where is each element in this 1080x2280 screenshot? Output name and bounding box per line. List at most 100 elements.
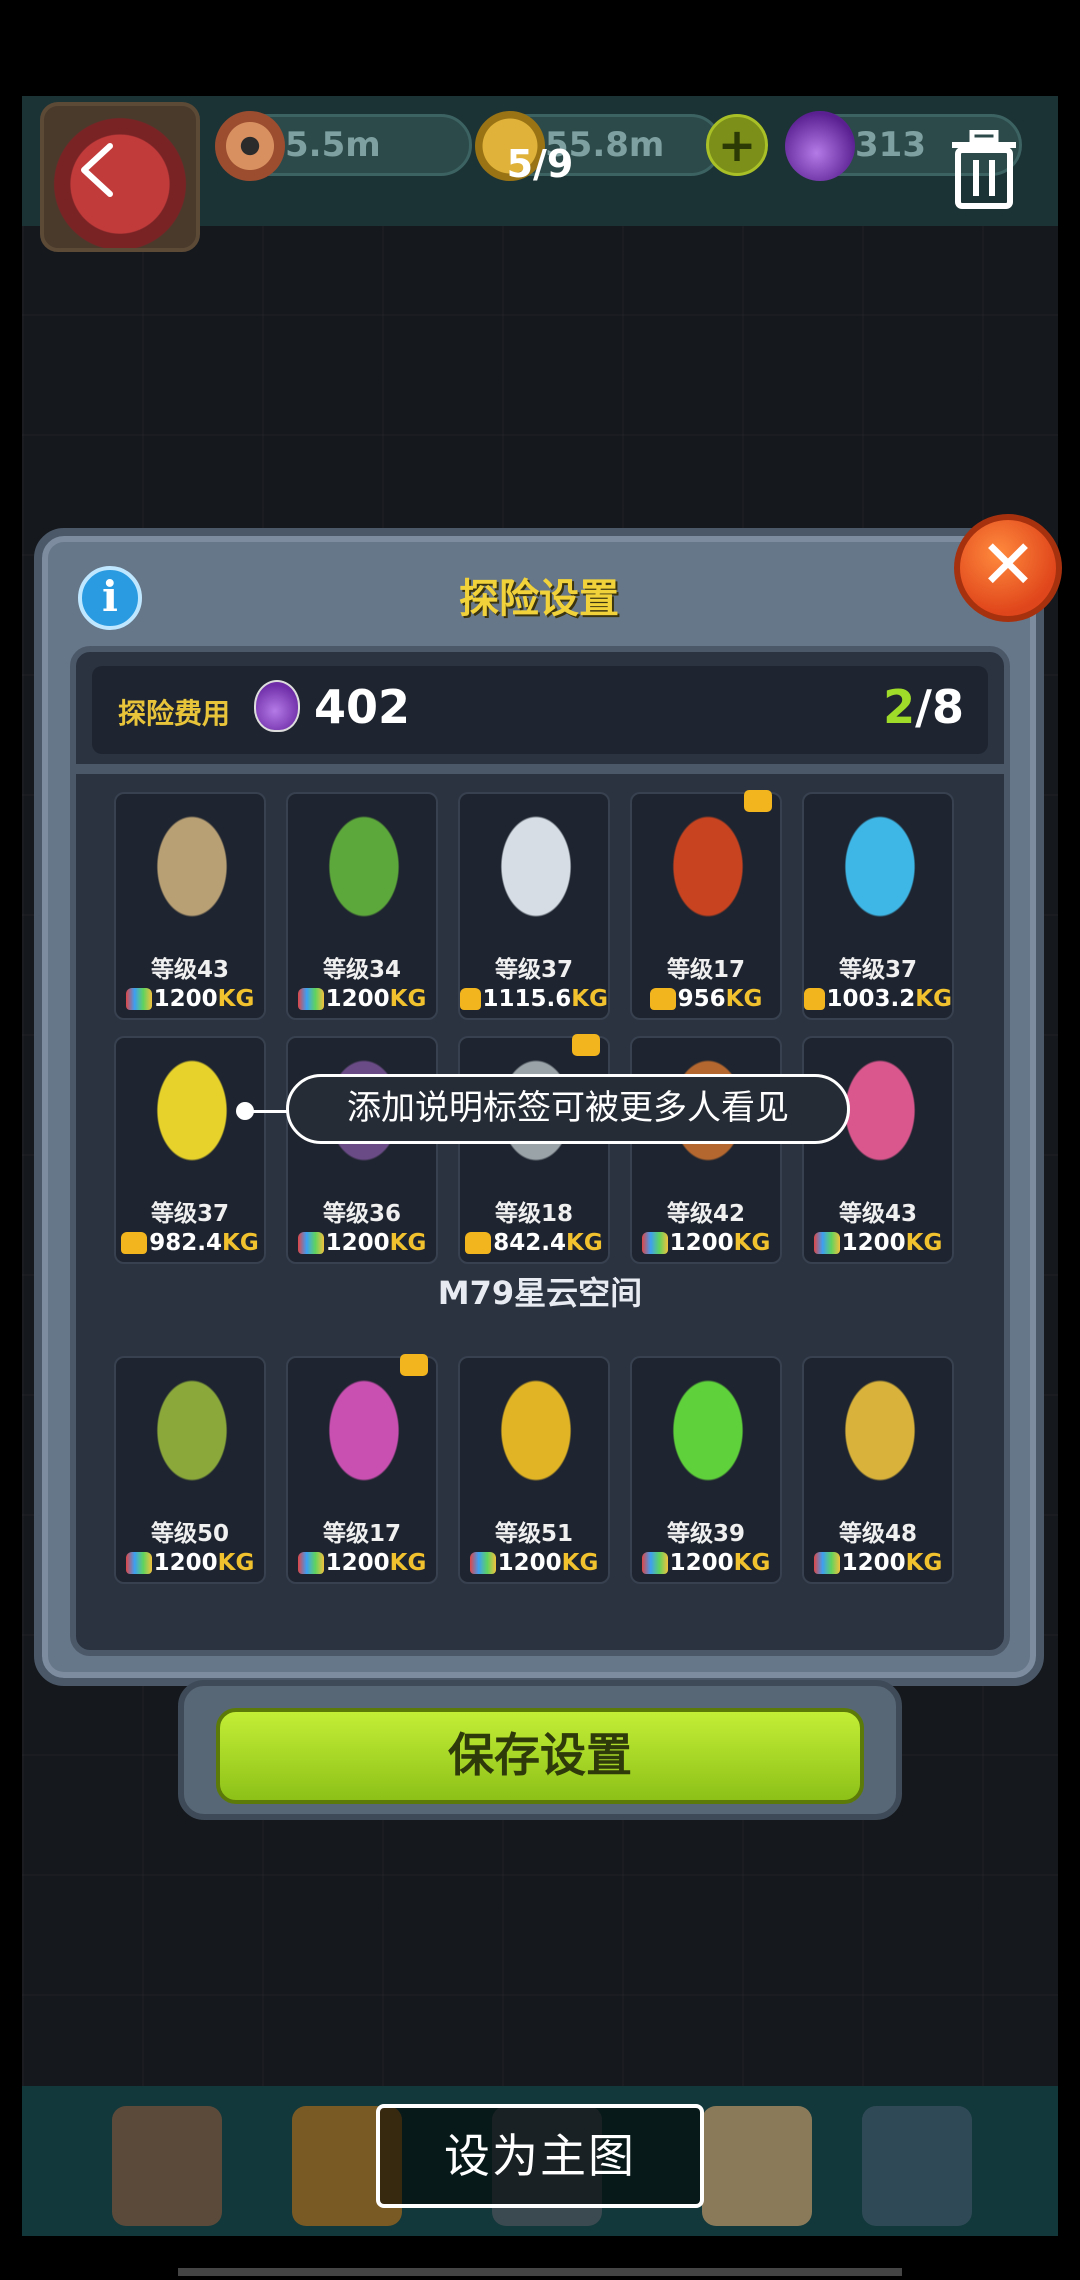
section-title: M79星云空间: [437, 1274, 643, 1312]
close-icon[interactable]: ✕: [954, 514, 1062, 622]
weight-value: 1200: [497, 1550, 562, 1576]
weight-unit: KG: [905, 1230, 943, 1256]
crown-icon: [400, 1354, 428, 1376]
tooltip-connector: [252, 1110, 288, 1113]
monster-level: 等级37: [838, 957, 917, 983]
monster-card[interactable]: 等级36 1200 KG: [286, 1036, 438, 1264]
weight-unit: KG: [389, 1550, 427, 1576]
monster-card[interactable]: 等级18 842.4 KG: [458, 1034, 610, 1264]
weight-value: 1115.6: [482, 986, 572, 1012]
weight-unit: KG: [389, 986, 427, 1012]
monster-weight: 1200 KG: [116, 1550, 264, 1576]
cost-value: 402: [314, 680, 411, 734]
weight-unit: KG: [566, 1230, 603, 1256]
weight-value: 982.4: [149, 1230, 223, 1256]
monster-weight: 1200 KG: [116, 986, 264, 1012]
monster-card[interactable]: 等级37 1115.6 KG: [458, 792, 610, 1020]
shop-icon[interactable]: [112, 2106, 222, 2226]
monster-weight: 1200 KG: [804, 1230, 952, 1256]
potion-icon: [254, 680, 300, 732]
monster-level: 等级18: [494, 1201, 573, 1227]
weight-value: 1200: [153, 1550, 218, 1576]
weight-bag-icon: [465, 1232, 492, 1254]
monster-weight: 1200 KG: [460, 1550, 608, 1576]
weight-unit: KG: [733, 1230, 771, 1256]
weight-bag-icon: [297, 1232, 324, 1254]
monster-weight: 1003.2 KG: [804, 986, 952, 1012]
monster-icon: [142, 1372, 242, 1502]
save-settings-button[interactable]: 保存设置: [216, 1708, 864, 1804]
monster-icon: [830, 1372, 930, 1502]
monster-weight: 1200 KG: [632, 1230, 780, 1256]
monster-grid-area: 等级50 1200 KG 等级17 1200 KG 等级51 1200 KG 等级39 1200 KG…: [114, 1354, 954, 1584]
settings-icon[interactable]: [862, 2106, 972, 2226]
monster-level: 等级48: [838, 1521, 917, 1547]
weight-bag-icon: [121, 1232, 148, 1254]
weight-bag-icon: [297, 1552, 324, 1574]
monster-level: 等级36: [322, 1201, 401, 1227]
divider: [76, 764, 1004, 774]
monster-weight: 1200 KG: [288, 1230, 436, 1256]
monster-icon: [314, 808, 414, 938]
monster-weight: 956 KG: [632, 986, 780, 1012]
slots-separator: /: [915, 680, 932, 734]
weight-unit: KG: [725, 986, 763, 1012]
weight-bag-icon: [469, 1552, 496, 1574]
monster-card[interactable]: 等级51 1200 KG: [458, 1356, 610, 1584]
weight-unit: KG: [571, 986, 608, 1012]
monster-card[interactable]: 等级50 1200 KG: [114, 1356, 266, 1584]
weight-bag-icon: [460, 988, 481, 1010]
set-as-main-image-button[interactable]: 设为主图: [376, 2104, 704, 2208]
monster-card[interactable]: 等级17 956 KG: [630, 790, 782, 1020]
monster-weight: 1200 KG: [288, 1550, 436, 1576]
crown-icon: [572, 1034, 600, 1056]
weight-unit: KG: [905, 1550, 943, 1576]
slot-counter: 2/8: [883, 680, 964, 734]
monster-icon: [314, 1372, 414, 1502]
weight-unit: KG: [915, 986, 952, 1012]
crown-icon: [744, 790, 772, 812]
weight-value: 956: [677, 986, 726, 1012]
weight-value: 1200: [153, 986, 218, 1012]
monster-level: 等级50: [150, 1521, 229, 1547]
weight-value: 1003.2: [826, 986, 916, 1012]
cost-label: 探险费用: [118, 697, 231, 730]
weight-value: 1200: [325, 1550, 390, 1576]
dialog-content: 探险费用 402 2/8 等级43 1200 KG 等级34 1200 KG 等级37 111…: [70, 646, 1010, 1656]
trash-icon[interactable]: [948, 130, 1020, 210]
weight-unit: KG: [217, 1550, 255, 1576]
monster-level: 等级17: [322, 1521, 401, 1547]
weight-unit: KG: [217, 986, 255, 1012]
monster-card[interactable]: 等级17 1200 KG: [286, 1354, 438, 1584]
monster-card[interactable]: 等级37 982.4 KG: [114, 1036, 266, 1264]
monster-icon: [142, 1052, 242, 1182]
caption-hint-tooltip[interactable]: 添加说明标签可被更多人看见: [286, 1074, 850, 1144]
monster-level: 等级37: [150, 1201, 229, 1227]
weight-bag-icon: [813, 1552, 840, 1574]
page-indicator: [178, 2268, 902, 2276]
monster-card[interactable]: 等级43 1200 KG: [802, 1036, 954, 1264]
monster-level: 等级43: [838, 1201, 917, 1227]
slots-total: 8: [931, 680, 964, 734]
weight-bag-icon: [649, 988, 676, 1010]
monster-card[interactable]: 等级34 1200 KG: [286, 792, 438, 1020]
bag-icon[interactable]: [702, 2106, 812, 2226]
monster-card[interactable]: 等级39 1200 KG: [630, 1356, 782, 1584]
weight-bag-icon: [125, 988, 152, 1010]
weight-value: 1200: [325, 1230, 390, 1256]
monster-level: 等级37: [494, 957, 573, 983]
weight-unit: KG: [389, 1230, 427, 1256]
weight-bag-icon: [641, 1232, 668, 1254]
monster-icon: [142, 808, 242, 938]
cost-bar: 探险费用 402 2/8: [92, 666, 988, 754]
monster-card[interactable]: 等级43 1200 KG: [114, 792, 266, 1020]
monster-icon: [486, 1372, 586, 1502]
monster-card[interactable]: 等级48 1200 KG: [802, 1356, 954, 1584]
monster-card[interactable]: 等级42 1200 KG: [630, 1036, 782, 1264]
monster-level: 等级34: [322, 957, 401, 983]
tooltip-anchor[interactable]: [236, 1102, 254, 1120]
image-counter: 5/9: [506, 142, 574, 186]
monster-weight: 1200 KG: [288, 986, 436, 1012]
monster-weight: 1200 KG: [804, 1550, 952, 1576]
monster-card[interactable]: 等级37 1003.2 KG: [802, 792, 954, 1020]
